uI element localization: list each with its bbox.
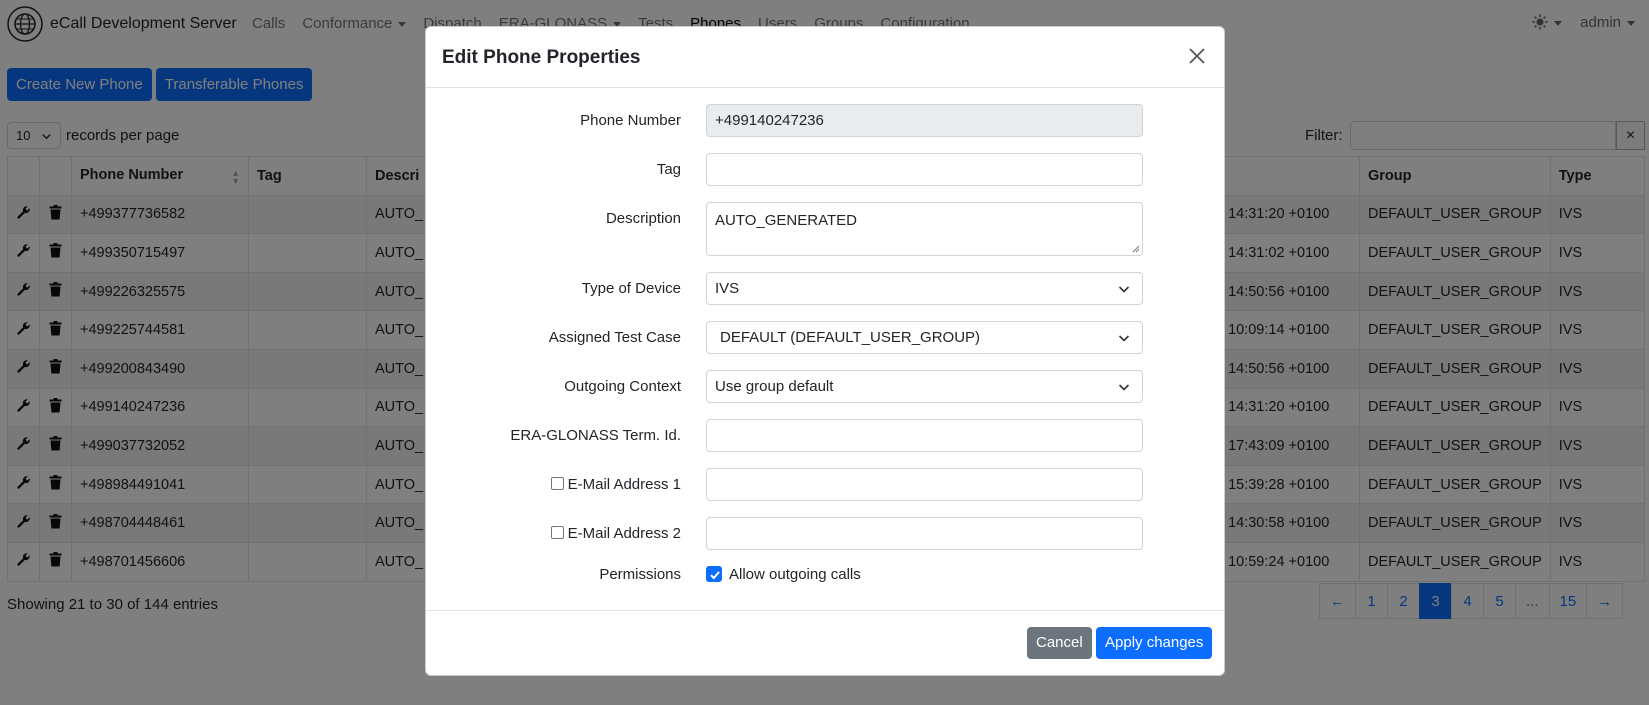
device-type-label: Type of Device (581, 280, 681, 297)
modal-footer: Cancel Apply changes (426, 610, 1224, 676)
email2-field[interactable] (706, 517, 1143, 550)
phone-number-field[interactable]: +499140247236 (706, 104, 1143, 137)
term-id-label: ERA-GLONASS Term. Id. (510, 427, 681, 444)
allow-outgoing-checkbox[interactable] (706, 566, 722, 582)
resize-grip-icon[interactable] (1132, 245, 1140, 253)
description-label: Description (605, 210, 681, 227)
email1-field[interactable] (706, 468, 1143, 501)
description-value: AUTO_GENERATED (715, 212, 857, 229)
description-textarea[interactable]: AUTO_GENERATED (706, 202, 1143, 256)
permissions-label: Permissions (599, 566, 681, 583)
test-case-label: Assigned Test Case (548, 329, 681, 346)
test-case-select[interactable]: DEFAULT (DEFAULT_USER_GROUP) (706, 321, 1143, 354)
tag-label: Tag (656, 161, 681, 178)
check-icon (710, 571, 720, 580)
chevron-down-icon (1118, 384, 1130, 391)
outgoing-context-value: Use group default (715, 378, 834, 395)
email1-label-group: E-Mail Address 1 (550, 476, 681, 493)
tag-field[interactable] (706, 153, 1143, 186)
apply-changes-button[interactable]: Apply changes (1096, 627, 1213, 659)
allow-outgoing-option[interactable]: Allow outgoing calls (706, 566, 861, 583)
outgoing-context-label: Outgoing Context (564, 378, 681, 395)
term-id-field[interactable] (706, 419, 1143, 452)
email2-label-group: E-Mail Address 2 (550, 525, 681, 542)
email2-checkbox[interactable] (550, 526, 564, 539)
modal-header: Edit Phone Properties (426, 27, 1224, 88)
close-icon[interactable] (1186, 45, 1208, 67)
email2-label: E-Mail Address 2 (567, 525, 681, 542)
modal-title: Edit Phone Properties (442, 47, 641, 68)
chevron-down-icon (1118, 286, 1130, 293)
allow-outgoing-label: Allow outgoing calls (729, 566, 861, 583)
edit-phone-modal: Edit Phone Properties Phone Number +4991… (425, 26, 1225, 676)
outgoing-context-select[interactable]: Use group default (706, 370, 1143, 403)
email1-label: E-Mail Address 1 (567, 476, 681, 493)
chevron-down-icon (1118, 335, 1130, 342)
device-type-select[interactable]: IVS (706, 272, 1143, 305)
test-case-value: DEFAULT (DEFAULT_USER_GROUP) (720, 329, 981, 346)
phone-number-label: Phone Number (580, 112, 681, 129)
device-type-value: IVS (715, 280, 740, 297)
email1-checkbox[interactable] (550, 477, 564, 490)
cancel-button[interactable]: Cancel (1027, 627, 1092, 659)
